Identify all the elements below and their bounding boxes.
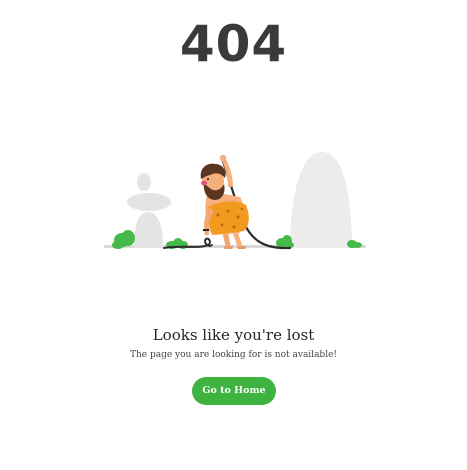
lost-headline: Looks like you're lost xyxy=(152,326,315,344)
lost-caveman-illustration xyxy=(104,152,366,250)
not-found-page: 404 Looks like you're lost The page you … xyxy=(0,0,467,470)
lost-description: The page you are looking for is not avai… xyxy=(129,350,338,360)
go-to-home-button[interactable]: Go to Home xyxy=(192,377,276,405)
error-code: 404 xyxy=(179,15,288,73)
large-rock-icon xyxy=(290,152,352,248)
bush-icon xyxy=(347,240,362,248)
